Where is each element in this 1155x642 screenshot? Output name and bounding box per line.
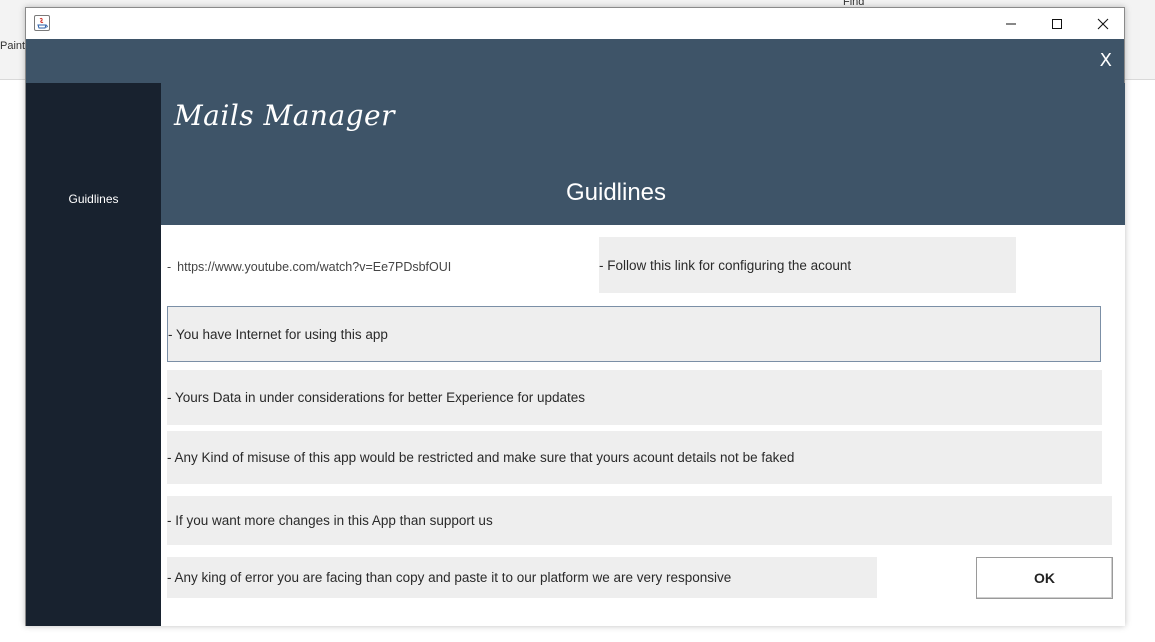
- guidelines-window: X Guidlines Mails Manager Guidlines - ht…: [25, 7, 1125, 626]
- guideline-internet: - You have Internet for using this app: [167, 306, 1101, 362]
- window-close-button[interactable]: [1080, 8, 1126, 39]
- minimize-icon: [1006, 23, 1016, 24]
- guideline-misuse: - Any Kind of misuse of this app would b…: [167, 431, 1102, 484]
- background-paint-label: Paint: [0, 40, 26, 52]
- guideline-data: - Yours Data in under considerations for…: [167, 370, 1102, 425]
- link-field[interactable]: - https://www.youtube.com/watch?v=Ee7PDs…: [167, 247, 587, 287]
- guideline-text: - You have Internet for using this app: [168, 326, 388, 342]
- close-icon: [1097, 18, 1109, 29]
- follow-link-text: - Follow this link for configuring the a…: [599, 257, 852, 273]
- java-icon: [34, 15, 50, 31]
- sidebar-item-guidlines[interactable]: Guidlines: [26, 187, 161, 211]
- content-header: Mails Manager Guidlines: [161, 83, 1125, 225]
- guideline-text: - Yours Data in under considerations for…: [167, 390, 585, 405]
- guideline-text: - Any Kind of misuse of this app would b…: [167, 450, 795, 465]
- configuration-link[interactable]: https://www.youtube.com/watch?v=Ee7PDsbf…: [177, 260, 451, 274]
- maximize-icon: [1052, 18, 1062, 29]
- app-title: Mails Manager: [174, 99, 396, 132]
- ok-button[interactable]: OK: [976, 557, 1113, 599]
- section-title: Guidlines: [565, 179, 667, 206]
- guideline-text: - Any king of error you are facing than …: [167, 570, 732, 585]
- app-close-button[interactable]: X: [1100, 51, 1112, 71]
- guideline-support: - If you want more changes in this App t…: [167, 496, 1112, 545]
- follow-link-label: - Follow this link for configuring the a…: [599, 237, 1016, 293]
- maximize-button[interactable]: [1034, 8, 1080, 39]
- guideline-error: - Any king of error you are facing than …: [167, 557, 877, 598]
- window-titlebar: [26, 8, 1124, 39]
- sidebar: Guidlines: [26, 83, 161, 626]
- guidelines-panel: - https://www.youtube.com/watch?v=Ee7PDs…: [161, 225, 1125, 626]
- minimize-button[interactable]: [988, 8, 1034, 39]
- text-caret: -: [167, 260, 172, 274]
- guideline-text: - If you want more changes in this App t…: [167, 513, 493, 528]
- app-header-bar: X: [26, 39, 1124, 83]
